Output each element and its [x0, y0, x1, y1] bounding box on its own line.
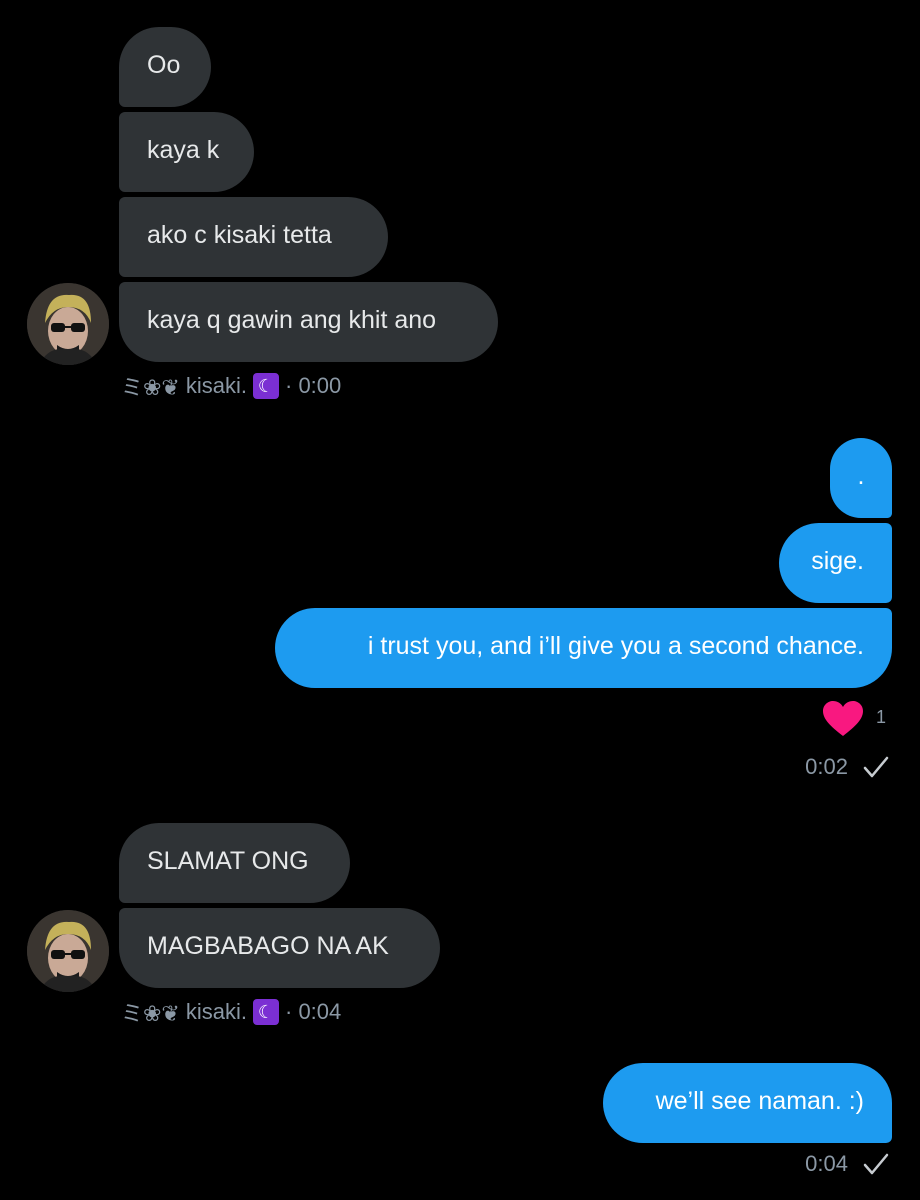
moon-emoji: ☾ — [253, 999, 279, 1025]
user-avatar[interactable] — [27, 283, 109, 365]
message-time: 0:04 — [805, 1151, 848, 1176]
message-bubble-received[interactable]: kaya q gawin ang khit ano — [119, 282, 498, 362]
message-text: ako c kisaki tetta — [147, 221, 332, 249]
message-bubble-received[interactable]: SLAMAT ONG — [119, 823, 350, 903]
user-avatar[interactable] — [27, 910, 109, 992]
moon-emoji: ☾ — [253, 373, 279, 399]
checkmark-icon — [863, 756, 889, 778]
message-bubble-received[interactable]: ako c kisaki tetta — [119, 197, 388, 277]
message-bubble-sent[interactable]: sige. — [779, 523, 892, 603]
message-bubble-received[interactable]: MAGBABAGO NA AK — [119, 908, 440, 988]
reaction-count: 1 — [876, 707, 887, 727]
message-time: · 0:04 — [285, 999, 342, 1024]
message-text: Oo — [147, 51, 181, 79]
message-bubble-received[interactable]: Oo — [119, 27, 211, 107]
sender-name[interactable]: kisaki. — [186, 999, 247, 1025]
message-meta: ミ❀❦ kisaki. ☾ · 0:00 — [121, 370, 341, 402]
avatar-image — [27, 283, 109, 365]
message-text: i trust you, and i’ll give you a second … — [367, 632, 864, 660]
message-text: MAGBABAGO NA AK — [147, 932, 389, 960]
message-text: SLAMAT ONG — [147, 847, 309, 875]
message-bubble-sent[interactable]: we’ll see naman. :) — [603, 1063, 892, 1143]
message-text: kaya k — [147, 136, 220, 164]
message-time: · 0:00 — [285, 373, 342, 398]
message-bubble-sent[interactable]: i trust you, and i’ll give you a second … — [275, 608, 892, 688]
message-text: sige. — [811, 547, 864, 575]
message-bubble-sent[interactable]: . — [830, 438, 892, 518]
heart-icon[interactable] — [822, 700, 864, 738]
message-text: kaya q gawin ang khit ano — [147, 306, 437, 334]
checkmark-icon — [863, 1153, 889, 1175]
sender-prefix: ミ❀❦ — [121, 375, 180, 400]
message-meta: 0:04 — [805, 1151, 890, 1177]
message-meta: 0:02 — [805, 754, 890, 780]
message-text: . — [857, 462, 865, 490]
message-bubble-received[interactable]: kaya k — [119, 112, 254, 192]
sender-prefix: ミ❀❦ — [121, 1001, 180, 1026]
avatar-image — [27, 910, 109, 992]
message-time: 0:02 — [805, 754, 848, 779]
message-text: we’ll see naman. :) — [655, 1087, 864, 1115]
message-meta: ミ❀❦ kisaki. ☾ · 0:04 — [121, 996, 341, 1028]
sender-name[interactable]: kisaki. — [186, 373, 247, 399]
